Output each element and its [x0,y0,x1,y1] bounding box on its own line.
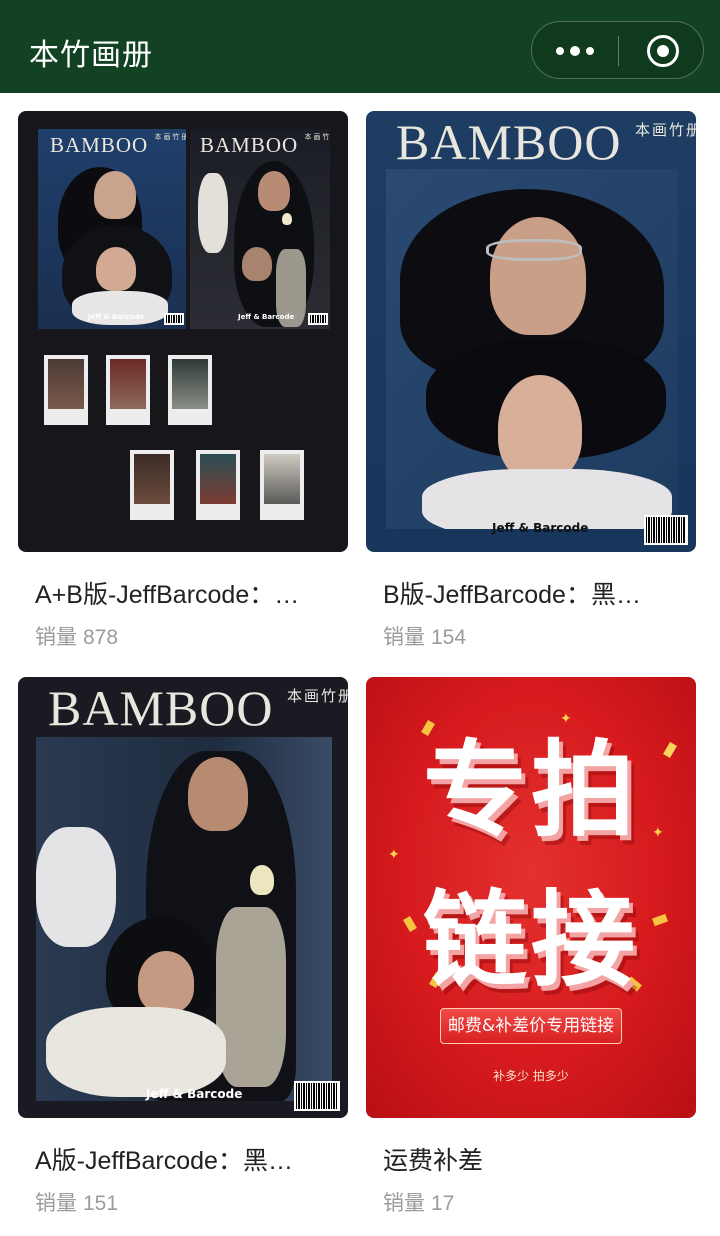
magazine-brand: BAMBOO [48,680,274,736]
sales-value: 154 [431,626,467,649]
polaroid-photo [44,355,88,425]
product-card[interactable]: BAMBOO 本画竹册 Jeff & Barcode A版-JeffBarcod… [18,677,348,1217]
product-card[interactable]: ✦ ✦ ✦ 专拍 链接 邮费&补差价专用链接 补多少 拍多少 运费补差 销量 17 [366,677,696,1217]
product-title[interactable]: 运费补差 [383,1141,683,1177]
polaroid-photo [168,355,212,425]
mini-program-capsule [531,21,704,79]
product-card[interactable]: BAMBOO 本画竹册 Jeff & Barcode BAMBOO 本画竹册 J… [18,111,348,651]
product-title[interactable]: B版-JeffBarcode：黑… [383,575,683,611]
sales-count: 销量 17 [383,1187,454,1217]
magazine-brand: BAMBOO [396,114,622,170]
magazine-cover-line: Jeff & Barcode [146,1087,243,1101]
page-title: 本竹画册 [29,38,153,73]
product-cover-image[interactable]: BAMBOO 本画竹册 Jeff & Barcode [366,111,696,552]
magazine-cover: BAMBOO 本画竹册 Jeff & Barcode [38,129,186,329]
sales-label: 销量 [383,626,425,649]
magazine-brand-zh: 本画竹册 [634,121,696,139]
sales-label: 销量 [35,626,77,649]
magazine-brand-zh: 本画竹册 [304,133,330,141]
polaroid-photo [106,355,150,425]
more-dots-icon[interactable] [532,22,618,80]
polaroid-photo [196,450,240,520]
sales-count: 销量 878 [35,621,118,651]
sales-label: 销量 [35,1192,77,1215]
magazine-cover-line: Jeff & Barcode [492,521,589,535]
product-cover-image[interactable]: BAMBOO 本画竹册 Jeff & Barcode [18,677,348,1118]
sales-count: 销量 151 [35,1187,118,1217]
product-card[interactable]: BAMBOO 本画竹册 Jeff & Barcode B版-JeffBarcod… [366,111,696,651]
magazine-brand-zh: 本画竹册 [154,133,186,141]
nav-bar: 本竹画册 [0,0,720,93]
sales-value: 878 [83,626,119,649]
polaroid-photo [260,450,304,520]
capsule-divider [618,36,619,66]
magazine-cover-line: Jeff & Barcode [88,313,145,321]
polaroid-photo [130,450,174,520]
target-circle-icon[interactable] [647,35,679,67]
product-cover-image[interactable]: ✦ ✦ ✦ 专拍 链接 邮费&补差价专用链接 补多少 拍多少 [366,677,696,1118]
promo-banner: 邮费&补差价专用链接 [440,1008,622,1044]
magazine-brand-zh: 本画竹册 [286,687,348,705]
promo-subtext: 补多少 拍多少 [493,1069,569,1083]
sales-value: 151 [83,1192,119,1215]
magazine-cover: BAMBOO 本画竹册 Jeff & Barcode [190,129,330,329]
promo-headline-line1: 专拍 [422,729,639,851]
promo-headline-line2: 链接 [422,879,639,1001]
magazine-brand: BAMBOO [50,133,149,157]
product-cover-image[interactable]: BAMBOO 本画竹册 Jeff & Barcode BAMBOO 本画竹册 J… [18,111,348,552]
sales-label: 销量 [383,1192,425,1215]
product-title[interactable]: A版-JeffBarcode：黑… [35,1141,335,1177]
magazine-cover-line: Jeff & Barcode [238,313,295,321]
product-title[interactable]: A+B版-JeffBarcode：… [35,575,335,611]
magazine-brand: BAMBOO [200,133,299,157]
sales-count: 销量 154 [383,621,466,651]
sales-value: 17 [431,1192,455,1215]
